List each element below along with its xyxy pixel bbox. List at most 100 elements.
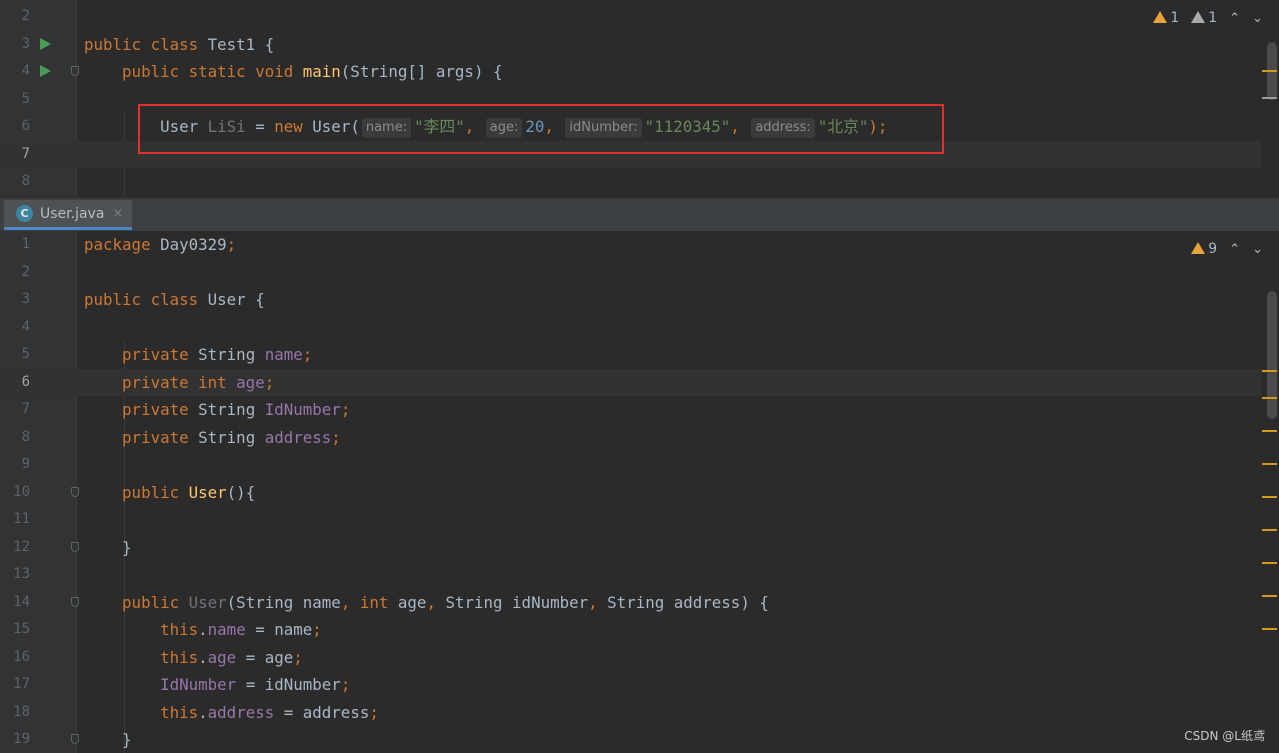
code-line[interactable]: 13	[0, 561, 1262, 589]
code-text[interactable]: private String address;	[84, 424, 341, 452]
code-line[interactable]: 16 this.age = age;	[0, 644, 1262, 672]
gutter-cell[interactable]: 10	[0, 479, 79, 507]
chevron-down-icon[interactable]: ⌄	[1252, 242, 1263, 257]
close-icon[interactable]: ×	[112, 206, 123, 221]
code-line[interactable]: 11	[0, 506, 1262, 534]
code-line[interactable]: 6 private int age;	[0, 368, 1262, 397]
weak-warning-count[interactable]: 1	[1191, 10, 1217, 26]
gutter-cell[interactable]: 1	[0, 231, 76, 259]
code-line[interactable]: 2	[0, 3, 1262, 31]
inspection-widget[interactable]: 1 1 ⌃ ⌄	[1153, 10, 1263, 26]
warning-marker[interactable]	[1262, 628, 1277, 630]
code-line[interactable]: 5 private String name;	[0, 341, 1262, 369]
code-line[interactable]: 14 public User(String name, int age, Str…	[0, 589, 1262, 617]
editor-test1[interactable]: 2 3 public class Test1 {4 public static vo…	[0, 0, 1279, 197]
code-text[interactable]: this.name = name;	[84, 616, 322, 644]
gutter-cell[interactable]: 7	[0, 396, 76, 424]
gutter-cell[interactable]: 14	[0, 589, 79, 617]
gutter-cell[interactable]: 9	[0, 451, 76, 479]
code-text[interactable]: this.age = age;	[84, 644, 303, 672]
code-line[interactable]: 8	[0, 168, 1262, 196]
code-text[interactable]: this.address = address;	[84, 699, 379, 727]
code-text[interactable]: public User(){	[84, 479, 255, 507]
code-text[interactable]: IdNumber = idNumber;	[84, 671, 350, 699]
warning-marker[interactable]	[1262, 595, 1277, 597]
gutter-cell[interactable]: 8	[0, 168, 76, 196]
code-text[interactable]: public User(String name, int age, String…	[84, 589, 769, 617]
code-line[interactable]: 18 this.address = address;	[0, 699, 1262, 727]
code-text[interactable]: public class User {	[84, 286, 265, 314]
gutter-cell[interactable]: 4	[0, 314, 76, 342]
warning-marker[interactable]	[1262, 370, 1277, 372]
gutter-cell[interactable]: 17	[0, 671, 76, 699]
weak-warning-marker[interactable]	[1262, 97, 1277, 99]
warning-count[interactable]: 1	[1153, 10, 1179, 26]
code-text[interactable]: private String IdNumber;	[84, 396, 350, 424]
chevron-up-icon[interactable]: ⌃	[1229, 11, 1240, 26]
editor-user-java[interactable]: 1 package Day0329; 2 3 public class User { 4 5…	[0, 231, 1279, 753]
gutter-cell[interactable]: 5	[0, 341, 76, 369]
gutter-cell[interactable]: 6	[0, 113, 76, 141]
fold-icon[interactable]	[71, 66, 79, 76]
run-icon[interactable]	[40, 65, 51, 77]
warning-marker[interactable]	[1262, 70, 1277, 72]
gutter-cell[interactable]: 2	[0, 3, 76, 31]
gutter-cell[interactable]: 5	[0, 86, 76, 114]
code-text[interactable]: public static void main(String[] args) {	[84, 58, 502, 86]
chevron-up-icon[interactable]: ⌃	[1229, 242, 1240, 257]
gutter-cell[interactable]: 3	[0, 31, 76, 59]
warning-marker[interactable]	[1262, 430, 1277, 432]
gutter-cell[interactable]: 18	[0, 699, 76, 727]
tab-user-java[interactable]: C User.java ×	[4, 200, 132, 230]
gutter-cell[interactable]: 8	[0, 424, 76, 452]
code-line[interactable]: 3 public class User {	[0, 286, 1262, 314]
scrollbar[interactable]	[1262, 231, 1279, 753]
gutter-cell[interactable]: 12	[0, 534, 79, 562]
warning-marker[interactable]	[1262, 496, 1277, 498]
gutter-cell[interactable]: 3	[0, 286, 76, 314]
gutter-cell[interactable]: 6	[0, 369, 76, 397]
code-line[interactable]: 15 this.name = name;	[0, 616, 1262, 644]
gutter-cell[interactable]: 2	[0, 259, 76, 287]
chevron-down-icon[interactable]: ⌄	[1252, 11, 1263, 26]
code-line[interactable]: 2	[0, 259, 1262, 287]
fold-icon[interactable]	[71, 596, 79, 607]
warning-count[interactable]: 9	[1191, 241, 1217, 257]
fold-icon[interactable]	[71, 486, 79, 497]
code-text[interactable]: }	[84, 726, 132, 753]
code-text[interactable]: }	[84, 534, 132, 562]
code-line[interactable]: 4	[0, 314, 1262, 342]
warning-marker[interactable]	[1262, 529, 1277, 531]
code-line[interactable]: 3 public class Test1 {	[0, 31, 1262, 59]
gutter-cell[interactable]: 11	[0, 506, 76, 534]
warning-marker[interactable]	[1262, 463, 1277, 465]
code-line[interactable]: 19 }	[0, 726, 1262, 753]
code-text[interactable]: package Day0329;	[84, 231, 236, 259]
fold-icon[interactable]	[71, 734, 79, 744]
code-line[interactable]: 12 }	[0, 534, 1262, 562]
scrollbar[interactable]	[1262, 0, 1279, 197]
code-line[interactable]: 4 public static void main(String[] args)…	[0, 58, 1262, 86]
inspection-widget[interactable]: 9 ⌃ ⌄	[1191, 241, 1263, 257]
code-line[interactable]: 1 package Day0329;	[0, 231, 1262, 259]
warning-marker[interactable]	[1262, 397, 1277, 399]
code-line[interactable]: 17 IdNumber = idNumber;	[0, 671, 1262, 699]
code-line[interactable]: 8 private String address;	[0, 424, 1262, 452]
run-icon[interactable]	[40, 37, 51, 50]
code-line[interactable]: 10 public User(){	[0, 479, 1262, 507]
gutter-cell[interactable]: 4	[0, 58, 79, 86]
code-token: ;	[226, 235, 237, 254]
code-line[interactable]: 9	[0, 451, 1262, 479]
fold-icon[interactable]	[71, 541, 79, 552]
scrollbar-thumb[interactable]	[1267, 291, 1277, 419]
code-line[interactable]: 7 private String IdNumber;	[0, 396, 1262, 424]
gutter-cell[interactable]: 19	[0, 726, 79, 753]
gutter-cell[interactable]: 13	[0, 561, 76, 589]
code-text[interactable]: private int age;	[84, 369, 274, 397]
gutter-cell[interactable]: 15	[0, 616, 76, 644]
warning-marker[interactable]	[1262, 562, 1277, 564]
gutter-cell[interactable]: 16	[0, 644, 76, 672]
code-text[interactable]: public class Test1 {	[84, 31, 274, 59]
gutter-cell[interactable]: 7	[0, 141, 76, 169]
code-text[interactable]: private String name;	[84, 341, 312, 369]
